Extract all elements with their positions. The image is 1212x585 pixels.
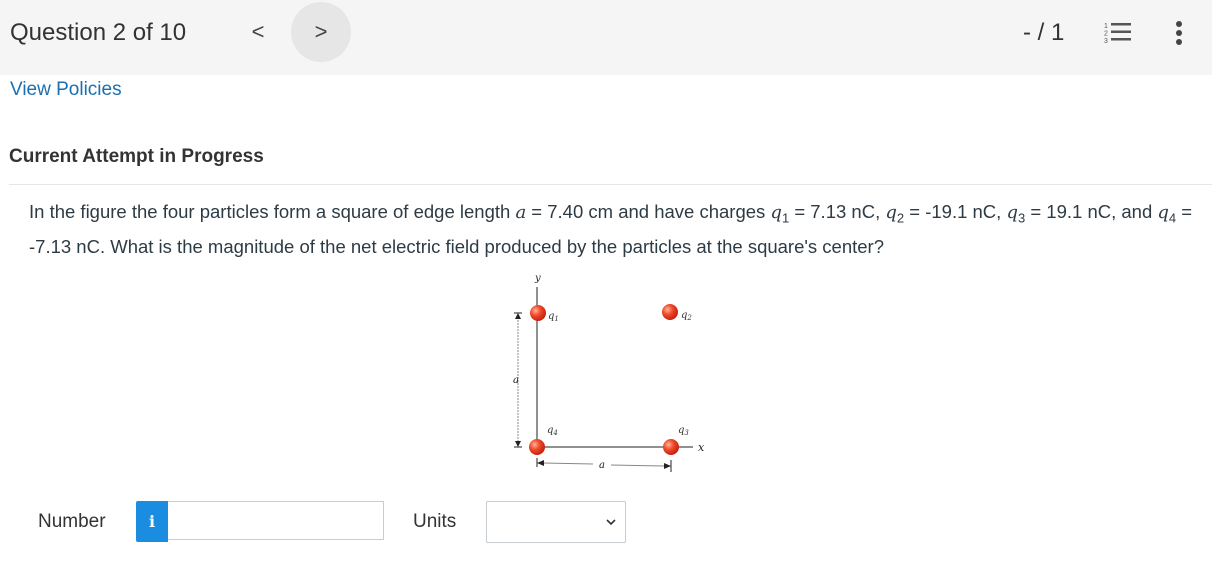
top-bar: Question 2 of 10 < > - / 1 1 2 3: [0, 0, 1212, 75]
svg-text:3: 3: [1104, 38, 1108, 45]
info-icon[interactable]: i: [136, 501, 168, 542]
y-axis-label: y: [534, 273, 541, 284]
svg-text:1: 1: [1104, 23, 1108, 30]
question-counter: Question 2 of 10: [10, 19, 187, 46]
chevron-left-icon: <: [251, 19, 265, 44]
units-label: Units: [413, 511, 457, 532]
svg-text:2: 2: [1104, 31, 1108, 38]
square-charges-figure: y x a a q1 q2 q3 q4: [513, 273, 705, 472]
question-text: In the figure the four particles form a …: [29, 201, 1193, 257]
vertical-edge-label: a: [513, 375, 519, 386]
more-vertical-icon[interactable]: [1168, 18, 1190, 48]
label-q4: q4: [547, 425, 558, 437]
divider: [9, 184, 1212, 185]
number-label: Number: [38, 511, 106, 532]
score: - / 1: [1023, 19, 1065, 46]
horizontal-edge-label: a: [599, 460, 605, 471]
chevron-right-icon: >: [314, 19, 328, 44]
charge-q4: [529, 439, 545, 455]
label-q1: q1: [548, 311, 559, 323]
label-q3: q3: [678, 425, 689, 437]
next-question-button[interactable]: >: [291, 2, 351, 62]
charge-q2: [662, 304, 678, 320]
attempt-status: Current Attempt in Progress: [9, 146, 264, 167]
chevron-down-icon: [606, 519, 616, 526]
units-select[interactable]: [486, 501, 626, 543]
view-policies-link[interactable]: View Policies: [10, 79, 122, 101]
charge-q1: [530, 305, 546, 321]
x-axis-label: x: [698, 441, 705, 454]
list-icon[interactable]: 1 2 3: [1104, 20, 1132, 46]
label-q2: q2: [681, 310, 692, 322]
charge-q3: [663, 439, 679, 455]
previous-question-button[interactable]: <: [238, 8, 278, 56]
number-input[interactable]: [168, 501, 384, 540]
